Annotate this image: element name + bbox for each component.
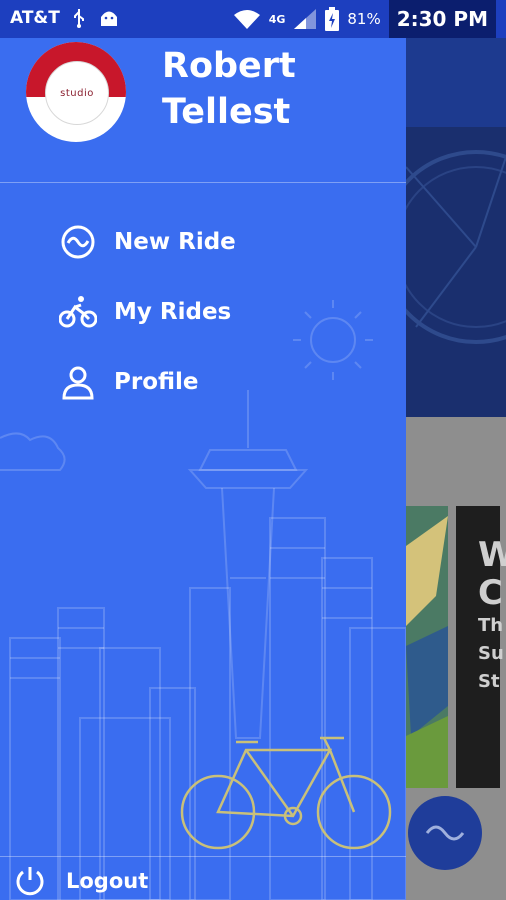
- android-icon: [98, 8, 120, 28]
- status-right: 4G 81% 2:30 PM: [233, 0, 506, 38]
- footer-divider: [0, 856, 406, 857]
- person-icon: [58, 362, 98, 402]
- new-ride-icon: [58, 222, 98, 262]
- background-hero-image: [406, 127, 506, 417]
- background-card-image: [406, 506, 448, 788]
- navigation-drawer: studio Robert Tellest New Ride My Rides …: [0, 38, 406, 900]
- header-divider: [0, 182, 406, 183]
- avatar-logo: studio: [45, 61, 109, 125]
- battery-charging-icon: [325, 7, 340, 31]
- network-type-label: 4G: [268, 12, 286, 26]
- avatar[interactable]: studio: [26, 42, 126, 142]
- bicycle-illustration: [180, 736, 392, 850]
- background-fab-button: [408, 796, 482, 870]
- logout-button[interactable]: Logout: [12, 860, 148, 900]
- background-app-header: [406, 38, 506, 127]
- usb-icon: [72, 8, 86, 28]
- bicycle-rider-icon: [58, 292, 98, 332]
- menu-item-my-rides[interactable]: My Rides: [58, 290, 231, 334]
- background-card-text: WC Th Su St: [456, 506, 506, 788]
- status-left: AT&T: [10, 8, 120, 28]
- menu-item-new-ride[interactable]: New Ride: [58, 220, 236, 264]
- background-app-content: WC Th Su St: [406, 38, 506, 900]
- menu-item-label: Profile: [114, 369, 199, 395]
- carrier-label: AT&T: [10, 8, 60, 28]
- signal-icon: [293, 8, 317, 30]
- menu-item-profile[interactable]: Profile: [58, 360, 199, 404]
- battery-percent: 81%: [347, 10, 381, 28]
- logout-label: Logout: [66, 869, 149, 893]
- clock: 2:30 PM: [388, 0, 496, 38]
- seattle-skyline-illustration: [0, 300, 406, 900]
- menu-item-label: New Ride: [114, 229, 236, 255]
- user-first-name: Robert: [162, 46, 296, 86]
- user-name: Robert Tellest: [162, 43, 296, 135]
- power-icon: [12, 863, 48, 899]
- menu-item-label: My Rides: [114, 299, 232, 325]
- user-last-name: Tellest: [162, 92, 291, 132]
- avatar-logo-text: studio: [60, 87, 94, 99]
- wifi-icon: [233, 8, 261, 30]
- status-bar: AT&T 4G 81% 2:30 PM: [0, 0, 506, 38]
